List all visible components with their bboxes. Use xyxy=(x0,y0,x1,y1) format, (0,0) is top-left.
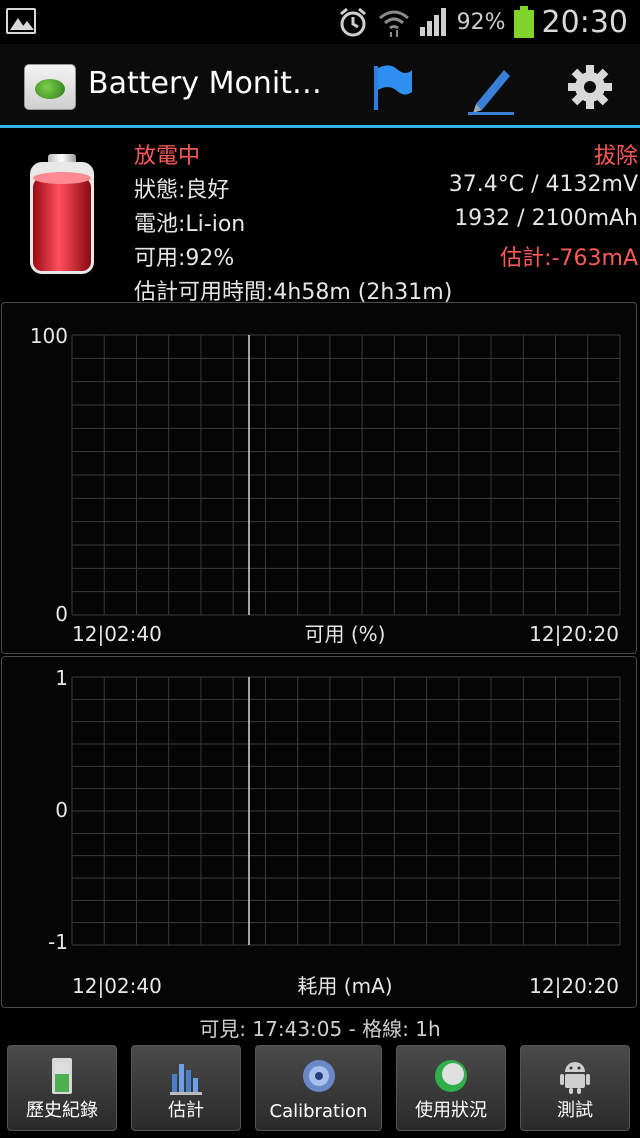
history-button-label: 歷史紀錄 xyxy=(26,1100,98,1121)
x-start-label: 12|02:40 xyxy=(72,622,162,646)
estimate-button[interactable]: 估計 xyxy=(131,1045,241,1131)
battery-health: 狀態:良好 xyxy=(134,178,230,203)
consumption-chart-grid xyxy=(71,676,621,946)
battery-level-icon xyxy=(30,154,94,274)
chart-axis-label: 耗用 (mA) xyxy=(297,974,392,998)
pencil-icon[interactable] xyxy=(462,58,522,116)
available-chart[interactable]: 100 0 12|02:40 可用 (%) 12|20:20 xyxy=(1,302,637,654)
usage-button-label: 使用狀況 xyxy=(415,1100,487,1121)
alarm-icon xyxy=(339,7,366,37)
x-end-label: 12|20:20 xyxy=(529,974,619,998)
y-max-label: 1 xyxy=(55,666,68,690)
flag-icon[interactable] xyxy=(362,58,422,116)
calibration-button[interactable]: Calibration xyxy=(255,1045,382,1131)
usage-button[interactable]: 使用狀況 xyxy=(396,1045,506,1131)
test-button-label: 測試 xyxy=(557,1100,593,1121)
clock: 20:30 xyxy=(541,4,628,40)
estimate-button-label: 估計 xyxy=(168,1100,204,1121)
android-icon xyxy=(560,1062,590,1094)
history-icon xyxy=(52,1058,72,1094)
x-start-label: 12|02:40 xyxy=(72,974,162,998)
consumption-chart[interactable]: 1 0 -1 12|02:40 耗用 (mA) 12|20:20 xyxy=(1,656,637,1008)
y-min-label: 0 xyxy=(55,602,68,626)
temperature-voltage: 37.4°C / 4132mV xyxy=(448,172,638,197)
app-icon[interactable] xyxy=(24,64,76,110)
charging-state: 放電中 xyxy=(134,144,201,169)
battery-percent: 92% xyxy=(456,9,506,35)
battery-type: 電池:Li-ion xyxy=(134,212,246,237)
status-bar: 92% 20:30 xyxy=(0,0,640,44)
gallery-notification-icon xyxy=(6,8,36,34)
available-percent: 可用:92% xyxy=(134,246,235,271)
usage-icon xyxy=(435,1060,467,1092)
y-max-label: 100 xyxy=(30,324,68,348)
app-title: Battery Monit… xyxy=(88,66,322,101)
status-icons: 92% 20:30 xyxy=(337,0,628,44)
plug-state: 拔除 xyxy=(593,144,638,169)
consumption-chart-plot: 1 0 -1 12|02:40 耗用 (mA) 12|20:20 xyxy=(48,666,621,998)
calibration-button-label: Calibration xyxy=(269,1101,368,1122)
estimate-icon xyxy=(170,1064,202,1095)
battery-capacity: 1932 / 2100mAh xyxy=(454,206,638,231)
signal-icon xyxy=(419,8,446,36)
history-button[interactable]: 歷史紀錄 xyxy=(7,1045,117,1131)
action-bar: Battery Monit… xyxy=(0,44,640,128)
calibration-icon xyxy=(302,1060,335,1092)
available-chart-grid xyxy=(71,334,621,616)
settings-gear-icon[interactable] xyxy=(560,58,620,116)
test-button[interactable]: 測試 xyxy=(520,1045,630,1131)
wifi-icon xyxy=(378,10,409,37)
visible-range-info: 可見: 17:43:05 - 格線: 1h xyxy=(199,1017,441,1041)
y-mid-label: 0 xyxy=(55,798,68,822)
battery-icon xyxy=(513,6,534,38)
y-min-label: -1 xyxy=(48,930,68,954)
estimated-current: 估計:-763mA xyxy=(500,246,638,271)
chart-axis-label: 可用 (%) xyxy=(305,622,386,646)
x-end-label: 12|20:20 xyxy=(529,622,619,646)
available-chart-plot: 100 0 12|02:40 可用 (%) 12|20:20 xyxy=(30,324,621,646)
